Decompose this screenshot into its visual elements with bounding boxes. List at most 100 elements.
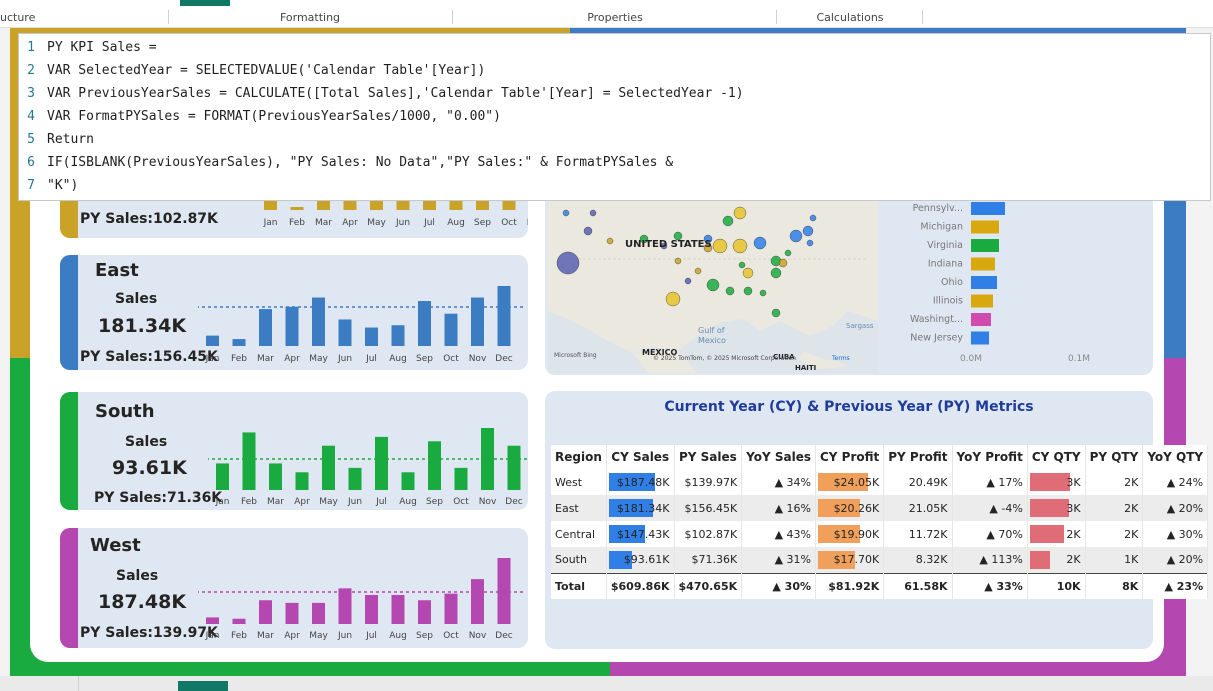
month-bar[interactable] [444, 313, 458, 346]
month-bar[interactable] [338, 588, 352, 624]
month-bar[interactable] [471, 297, 484, 346]
month-bar[interactable] [295, 472, 309, 490]
month-bar[interactable] [259, 309, 272, 346]
month-bar[interactable] [312, 602, 325, 624]
map-bubble[interactable] [722, 215, 734, 227]
formula-line[interactable]: 2 VAR SelectedYear = SELECTEDVALUE('Calen… [19, 59, 485, 82]
tab-structure[interactable]: ucture [0, 11, 60, 24]
header-py-sales[interactable]: PY Sales [674, 445, 743, 469]
month-bar[interactable] [290, 207, 304, 210]
month-bar[interactable] [444, 593, 458, 624]
header-region[interactable]: Region [551, 445, 607, 469]
map-bubble[interactable] [694, 267, 702, 275]
month-bar[interactable] [232, 339, 246, 346]
map-bubble[interactable] [738, 261, 746, 269]
map-bubble[interactable] [743, 286, 753, 296]
month-bar[interactable] [391, 325, 405, 346]
map-bubble[interactable] [589, 209, 597, 217]
formula-line[interactable]: 6 IF(ISBLANK(PreviousYearSales), "PY Sale… [19, 151, 673, 174]
metrics-table[interactable]: Region CY Sales PY Sales YoY Sales CY Pr… [551, 445, 1209, 599]
map-bubble[interactable] [556, 251, 580, 275]
table-row[interactable]: Central $147.43K $102.87K ▲ 43% $19.90K 11.72… [551, 521, 1209, 547]
south-card[interactable]: South Sales 93.61K PY Sales:71.36K Jan Fe… [60, 392, 528, 510]
sales-map[interactable]: UNITED STATES Gulf of Mexico MEXICO Sarg… [548, 201, 878, 373]
header-py-qty[interactable]: PY QTY [1085, 445, 1144, 469]
month-bar[interactable] [348, 467, 362, 490]
month-bar[interactable] [322, 445, 335, 490]
header-py-profit[interactable]: PY Profit [883, 445, 953, 469]
state-bar[interactable] [971, 202, 1005, 215]
formula-line[interactable]: 5 Return [19, 128, 94, 151]
map-bubble[interactable] [784, 249, 792, 257]
map-bubble[interactable] [806, 239, 814, 247]
tab-formatting[interactable]: Formatting [250, 11, 370, 24]
month-bar[interactable] [471, 579, 484, 624]
state-bar[interactable] [971, 331, 989, 345]
map-bubble[interactable] [789, 229, 803, 243]
map-bubble[interactable] [732, 238, 748, 254]
month-bar[interactable] [428, 441, 441, 490]
map-bubble[interactable] [809, 214, 817, 222]
west-card[interactable]: West Sales 187.48K PY Sales:139.97K Jan F… [60, 528, 528, 648]
header-yoy-sales[interactable]: YoY Sales [741, 445, 816, 469]
month-bar[interactable] [418, 301, 431, 346]
map-bubble[interactable] [674, 257, 682, 265]
map-bubble[interactable] [562, 209, 570, 217]
map-bubble[interactable] [771, 308, 781, 318]
formula-line[interactable]: 1 PY KPI Sales = [19, 36, 156, 59]
map-bubble[interactable] [583, 226, 593, 236]
map-bubble[interactable] [778, 258, 788, 268]
month-bar[interactable] [206, 335, 219, 346]
formula-line[interactable]: 3 VAR PreviousYearSales = CALCULATE([Tota… [19, 82, 743, 105]
table-row[interactable]: South $93.61K $71.36K ▲ 31% $17.70K 8.32K ▲ 11… [551, 547, 1209, 573]
month-bar[interactable] [507, 445, 521, 490]
state-bar[interactable] [971, 294, 993, 308]
state-bar[interactable] [971, 220, 999, 234]
month-bar[interactable] [497, 286, 511, 346]
map-bubble[interactable] [770, 267, 782, 279]
west-bar-chart[interactable]: Jan Feb Mar Apr May Jun Jul Aug Sep Oct Nov Dec [198, 528, 528, 648]
month-bar[interactable] [338, 319, 352, 346]
month-bar[interactable] [269, 463, 282, 490]
header-yoy-profit[interactable]: YoY Profit [952, 445, 1028, 469]
map-bubble[interactable] [606, 237, 614, 245]
map-bubble[interactable] [684, 277, 692, 285]
map-bubble[interactable] [753, 236, 767, 250]
month-bar[interactable] [391, 594, 405, 624]
map-terms-link[interactable]: Terms [832, 355, 850, 362]
formula-line[interactable]: 7 "K") [19, 174, 78, 197]
page-tab-accent[interactable] [178, 681, 228, 691]
header-cy-sales[interactable]: CY Sales [606, 445, 675, 469]
map-bubble[interactable] [802, 225, 814, 237]
map-bubble[interactable] [733, 206, 747, 220]
month-bar[interactable] [242, 432, 256, 490]
east-bar-chart[interactable]: Jan Feb Mar Apr May Jun Jul Aug Sep Oct Nov Dec [198, 255, 528, 370]
month-bar[interactable] [285, 306, 299, 346]
month-bar[interactable] [259, 600, 272, 624]
formula-line[interactable]: 4 VAR FormatPYSales = FORMAT(PreviousYear… [19, 105, 501, 128]
map-bubble[interactable] [759, 289, 767, 297]
month-bar[interactable] [206, 617, 219, 624]
header-yoy-qty[interactable]: YoY QTY [1142, 445, 1209, 469]
month-bar[interactable] [401, 472, 415, 490]
header-cy-profit[interactable]: CY Profit [815, 445, 885, 469]
month-bar[interactable] [216, 463, 229, 490]
dax-formula-editor[interactable]: 1 PY KPI Sales = 2 VAR SelectedYear = SELEC… [18, 33, 1211, 201]
state-bar[interactable] [971, 276, 997, 289]
state-bar[interactable] [971, 257, 995, 271]
map-bubble[interactable] [706, 278, 720, 292]
month-bar[interactable] [232, 618, 246, 624]
month-bar[interactable] [285, 602, 299, 624]
month-bar[interactable] [365, 327, 378, 346]
map-bubble[interactable] [712, 238, 728, 254]
table-row[interactable]: East $181.34K $156.45K ▲ 16% $20.26K 21.05K ▲ … [551, 495, 1209, 521]
map-bubble[interactable] [725, 286, 735, 296]
month-bar[interactable] [375, 436, 388, 490]
tab-properties[interactable]: Properties [555, 11, 675, 24]
tab-calculations[interactable]: Calculations [790, 11, 910, 24]
state-bar[interactable] [971, 239, 999, 252]
table-row[interactable]: West $187.48K $139.97K ▲ 34% $24.05K 20.49K ▲ … [551, 469, 1209, 495]
month-bar[interactable] [454, 467, 468, 490]
month-bar[interactable] [312, 297, 325, 346]
state-bar[interactable] [971, 313, 991, 326]
